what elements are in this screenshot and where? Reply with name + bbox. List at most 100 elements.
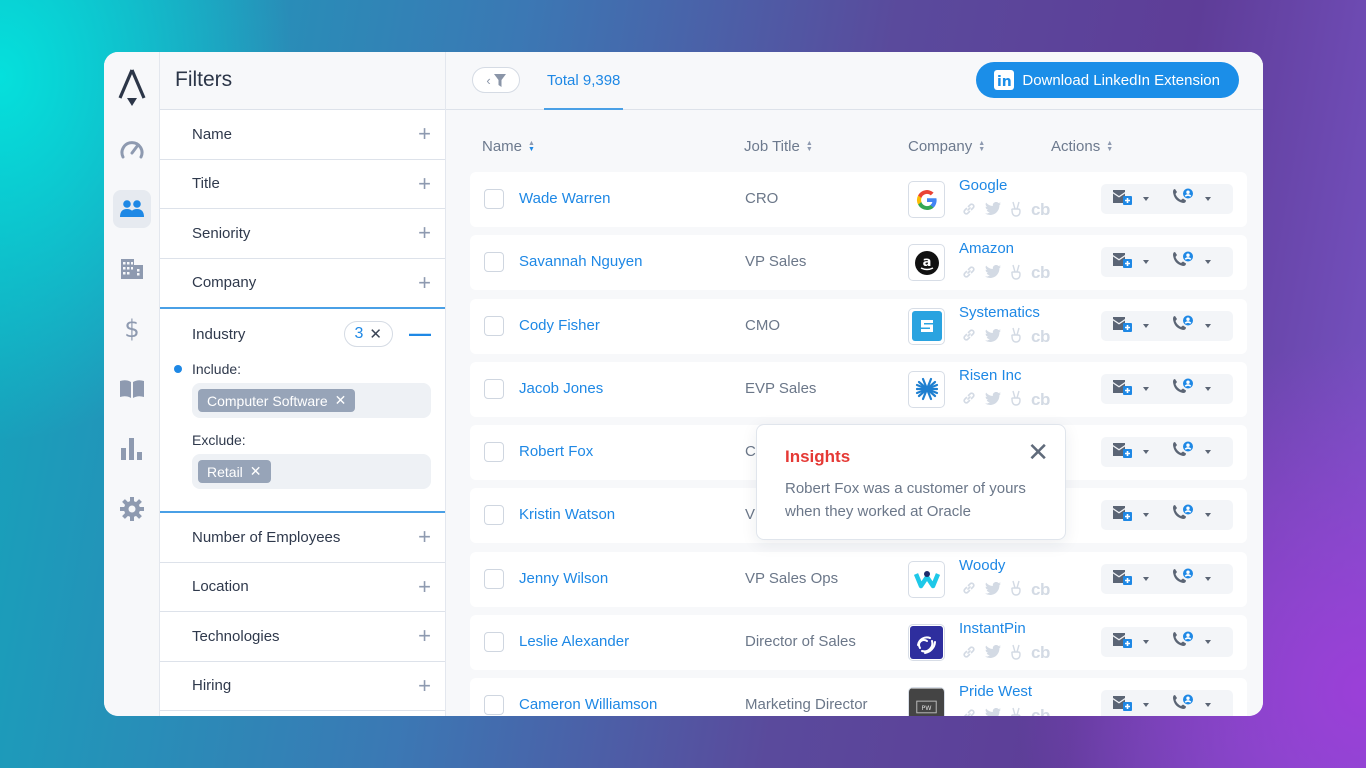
table-row[interactable]: Leslie Alexander Director of Sales Instant… xyxy=(470,615,1247,671)
add-to-sequence-button[interactable] xyxy=(1101,632,1149,652)
nav-settings[interactable] xyxy=(113,490,151,528)
column-header-actions[interactable]: Actions ▲ ▼ xyxy=(1051,138,1113,155)
row-checkbox[interactable] xyxy=(484,632,504,653)
website-link-icon[interactable] xyxy=(962,708,976,716)
filter-number-of-employees[interactable]: Number of Employees + xyxy=(160,513,445,563)
person-name-link[interactable]: Savannah Nguyen xyxy=(519,253,642,270)
nav-people[interactable] xyxy=(112,190,151,228)
person-name-link[interactable]: Wade Warren xyxy=(519,190,610,207)
nav-companies[interactable] xyxy=(113,250,151,288)
angellist-icon[interactable] xyxy=(1010,707,1022,716)
angellist-icon[interactable] xyxy=(1010,580,1022,599)
company-name-link[interactable]: Pride West xyxy=(959,683,1032,700)
nav-playbooks[interactable] xyxy=(113,370,151,408)
add-to-sequence-button[interactable] xyxy=(1101,695,1149,715)
person-name-link[interactable]: Kristin Watson xyxy=(519,506,615,523)
call-contact-button[interactable] xyxy=(1149,251,1211,273)
collapse-minus-icon[interactable]: — xyxy=(409,321,431,347)
angellist-icon[interactable] xyxy=(1010,644,1022,663)
add-to-sequence-button[interactable] xyxy=(1101,252,1149,272)
app-logo[interactable] xyxy=(117,68,147,108)
row-checkbox[interactable] xyxy=(484,189,504,209)
row-checkbox[interactable] xyxy=(484,378,504,399)
include-chip-input[interactable]: Computer Software ✕ xyxy=(192,383,431,418)
crunchbase-icon[interactable]: cb xyxy=(1031,643,1050,663)
filter-location[interactable]: Location + xyxy=(160,563,445,612)
call-contact-button[interactable] xyxy=(1149,504,1211,526)
person-name-link[interactable]: Cameron Williamson xyxy=(519,696,657,713)
add-to-sequence-button[interactable] xyxy=(1101,316,1149,336)
website-link-icon[interactable] xyxy=(962,645,976,662)
close-icon[interactable]: ✕ xyxy=(1027,439,1049,465)
industry-count-clear-button[interactable]: 3 ✕ xyxy=(343,321,393,347)
company-name-link[interactable]: Amazon xyxy=(959,240,1014,257)
angellist-icon[interactable] xyxy=(1010,390,1022,409)
row-checkbox[interactable] xyxy=(484,695,504,716)
exclude-chip-input[interactable]: Retail ✕ xyxy=(192,454,431,489)
chip-computer-software[interactable]: Computer Software ✕ xyxy=(198,389,356,412)
company-name-link[interactable]: Woody xyxy=(959,557,1005,574)
filter-hiring[interactable]: Hiring + xyxy=(160,662,445,711)
company-name-link[interactable]: Systematics xyxy=(959,304,1040,321)
crunchbase-icon[interactable]: cb xyxy=(1031,263,1050,283)
nav-analytics[interactable] xyxy=(113,430,151,468)
row-checkbox[interactable] xyxy=(484,252,504,273)
twitter-icon[interactable] xyxy=(985,201,1001,218)
twitter-icon[interactable] xyxy=(985,645,1001,661)
column-header-job-title[interactable]: Job Title ▲ ▼ xyxy=(744,138,813,155)
twitter-icon[interactable] xyxy=(985,581,1001,598)
filter-seniority[interactable]: Seniority + xyxy=(160,209,445,259)
call-contact-button[interactable] xyxy=(1149,441,1211,463)
filter-name[interactable]: Name + xyxy=(160,110,445,160)
angellist-icon[interactable] xyxy=(1010,201,1022,220)
row-checkbox[interactable] xyxy=(484,442,504,463)
toggle-filters-button[interactable]: ‹ xyxy=(472,67,520,93)
company-name-link[interactable]: Google xyxy=(959,177,1007,194)
angellist-icon[interactable] xyxy=(1010,264,1022,283)
angellist-icon[interactable] xyxy=(1010,327,1022,346)
person-name-link[interactable]: Robert Fox xyxy=(519,443,593,460)
website-link-icon[interactable] xyxy=(962,202,976,219)
call-contact-button[interactable] xyxy=(1149,315,1211,337)
crunchbase-icon[interactable]: cb xyxy=(1031,580,1050,600)
twitter-icon[interactable] xyxy=(985,391,1001,408)
filter-industry-header[interactable]: Industry 3 ✕ — xyxy=(192,321,431,347)
filter-technologies[interactable]: Technologies + xyxy=(160,612,445,662)
call-contact-button[interactable] xyxy=(1149,378,1211,400)
table-row[interactable]: Savannah Nguyen VP Sales a Amazon cb xyxy=(470,235,1247,291)
table-row[interactable]: Jacob Jones EVP Sales Risen Inc cb xyxy=(470,361,1247,417)
filter-company[interactable]: Company + xyxy=(160,259,445,308)
chip-retail[interactable]: Retail ✕ xyxy=(198,460,271,483)
person-name-link[interactable]: Jacob Jones xyxy=(519,380,603,397)
twitter-icon[interactable] xyxy=(985,708,1001,716)
tab-total[interactable]: Total 9,398 xyxy=(544,52,624,110)
company-name-link[interactable]: Risen Inc xyxy=(959,367,1022,384)
remove-chip-icon[interactable]: ✕ xyxy=(250,463,262,480)
website-link-icon[interactable] xyxy=(962,265,976,282)
nav-deals[interactable]: $ xyxy=(113,310,151,348)
website-link-icon[interactable] xyxy=(962,391,976,408)
nav-dashboard[interactable] xyxy=(113,130,151,168)
twitter-icon[interactable] xyxy=(985,328,1001,345)
crunchbase-icon[interactable]: cb xyxy=(1031,327,1050,347)
call-contact-button[interactable] xyxy=(1149,568,1211,590)
table-row[interactable]: Jenny Wilson VP Sales Ops Woody cb xyxy=(470,551,1247,607)
website-link-icon[interactable] xyxy=(962,328,976,345)
table-row[interactable]: Wade Warren CRO Google cb xyxy=(470,172,1247,227)
call-contact-button[interactable] xyxy=(1149,694,1211,716)
person-name-link[interactable]: Leslie Alexander xyxy=(519,633,629,650)
call-contact-button[interactable] xyxy=(1149,631,1211,653)
add-to-sequence-button[interactable] xyxy=(1101,189,1149,209)
row-checkbox[interactable] xyxy=(484,568,504,589)
column-header-company[interactable]: Company ▲ ▼ xyxy=(908,138,985,155)
crunchbase-icon[interactable]: cb xyxy=(1031,390,1050,410)
call-contact-button[interactable] xyxy=(1149,188,1211,210)
add-to-sequence-button[interactable] xyxy=(1101,379,1149,399)
column-header-name[interactable]: Name ▲ ▼ xyxy=(482,138,535,155)
add-to-sequence-button[interactable] xyxy=(1101,569,1149,589)
row-checkbox[interactable] xyxy=(484,315,504,336)
twitter-icon[interactable] xyxy=(985,265,1001,281)
add-to-sequence-button[interactable] xyxy=(1101,442,1149,462)
company-name-link[interactable]: InstantPin xyxy=(959,620,1026,637)
website-link-icon[interactable] xyxy=(962,581,976,598)
